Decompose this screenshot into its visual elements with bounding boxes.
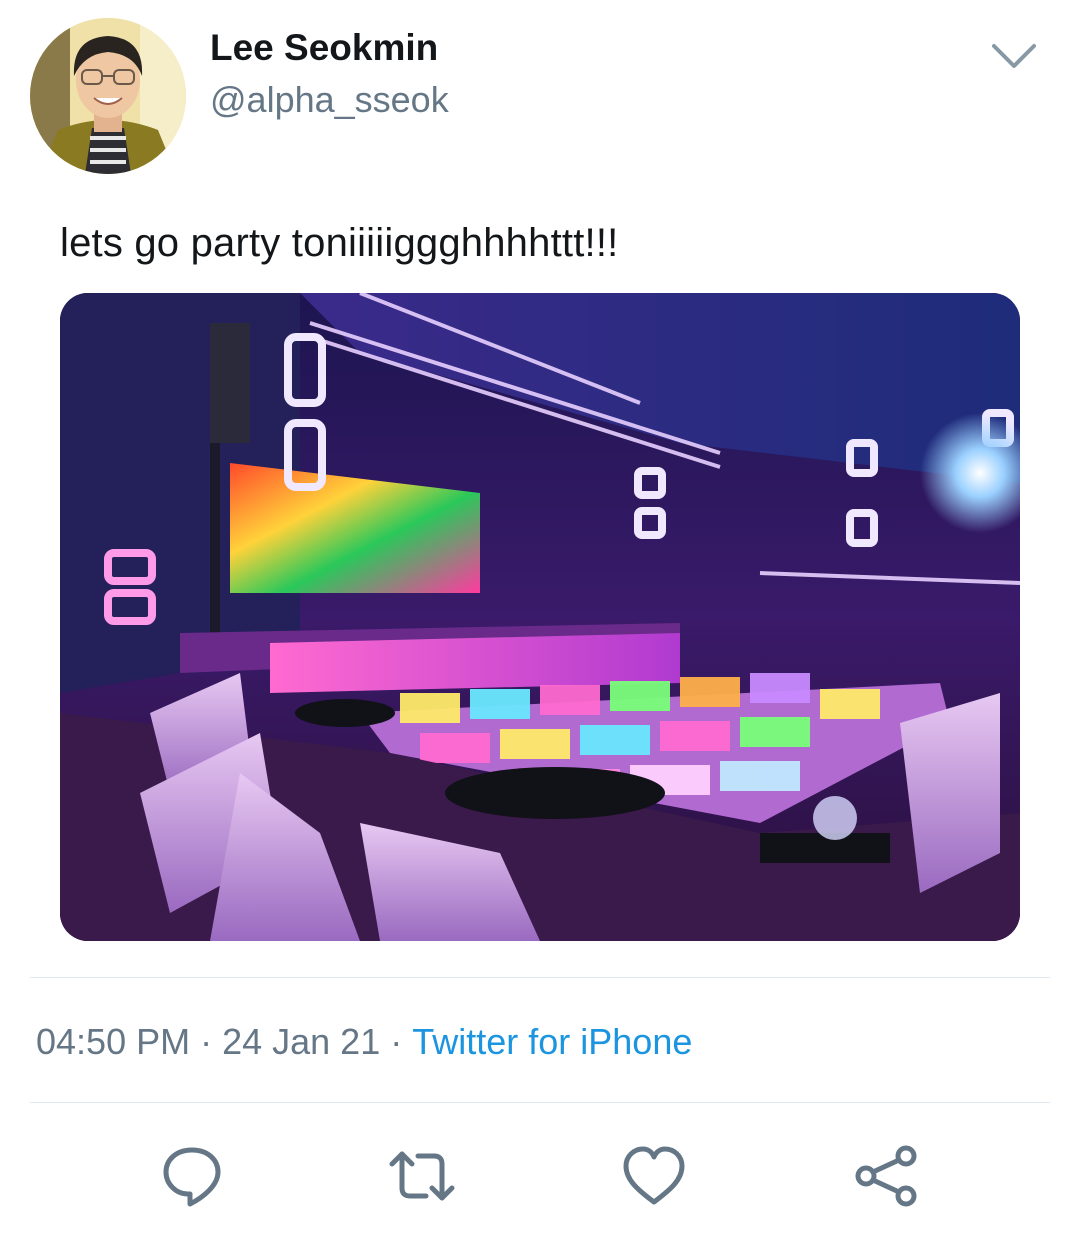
tweet-media-image[interactable] (60, 293, 1020, 941)
tweet-date: 24 Jan 21 (222, 1021, 381, 1062)
separator: · (200, 1021, 213, 1062)
tweet-time: 04:50 PM (36, 1021, 191, 1062)
display-name[interactable]: Lee Seokmin (210, 26, 438, 70)
separator: · (390, 1021, 403, 1062)
divider (30, 977, 1050, 978)
avatar[interactable] (30, 18, 186, 174)
divider (30, 1102, 1050, 1103)
profile-photo (30, 18, 186, 174)
like-icon[interactable] (618, 1140, 690, 1212)
tweet-detail: Lee Seokmin @alpha_sseok lets go party t… (0, 0, 1080, 1240)
share-icon[interactable] (850, 1140, 922, 1212)
tweet-source-link[interactable]: Twitter for iPhone (412, 1021, 692, 1062)
reply-icon[interactable] (156, 1140, 228, 1212)
nightclub-photo (60, 293, 1020, 941)
tweet-meta: 04:50 PM · 24 Jan 21 · Twitter for iPhone (36, 1018, 692, 1066)
tweet-text: lets go party toniiiiiggghhhhttt!!! (60, 221, 619, 265)
retweet-icon[interactable] (386, 1140, 458, 1212)
user-handle[interactable]: @alpha_sseok (210, 78, 449, 122)
chevron-down-icon[interactable] (988, 36, 1040, 76)
